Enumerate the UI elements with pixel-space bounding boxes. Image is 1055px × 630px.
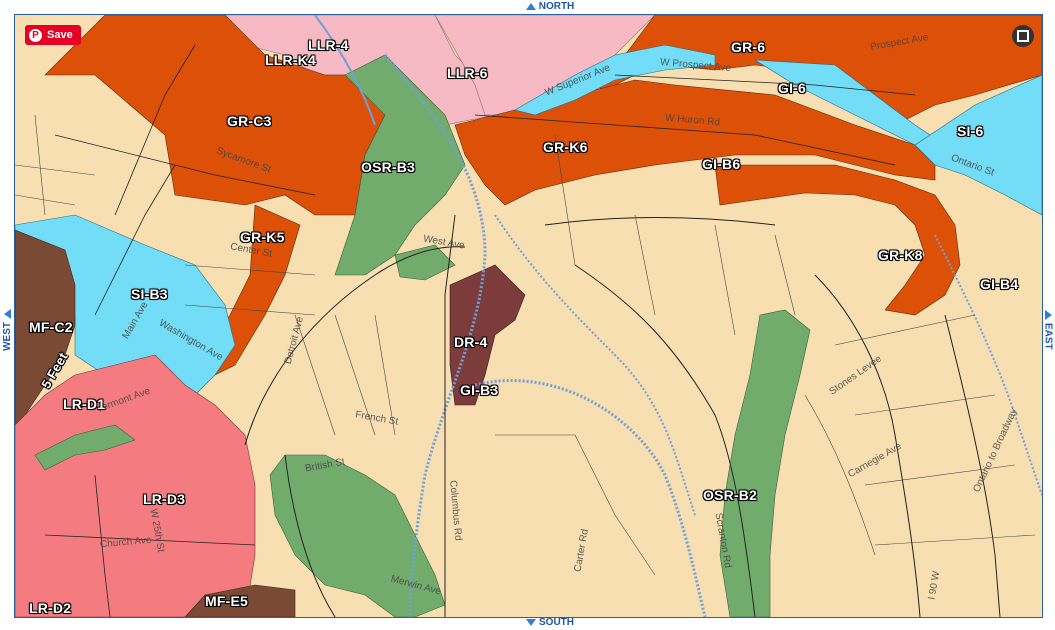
arrow-right-icon [1044, 310, 1052, 321]
zone-label-gr-c3: GR-C3 [227, 113, 272, 129]
zone-label-mf-e5: MF-E5 [205, 593, 248, 609]
zone-label-llr-6: LLR-6 [447, 65, 488, 81]
zone-label-lr-d1: LR-D1 [63, 396, 106, 412]
zone-label-llr-k4: LLR-K4 [265, 52, 316, 68]
pan-north-button[interactable]: NORTH [510, 0, 590, 13]
zone-label-gr-k5: GR-K5 [240, 229, 285, 245]
zone-label-si-b3: SI-B3 [131, 286, 168, 302]
zone-label-gr-k6: GR-K6 [543, 139, 588, 155]
pan-west-button[interactable]: WEST [0, 290, 14, 370]
zone-label-gi-6: GI-6 [778, 80, 807, 96]
zone-label-lr-d3: LR-D3 [143, 491, 186, 507]
arrow-up-icon [525, 3, 536, 10]
zone-label-si-6: SI-6 [957, 123, 984, 139]
zone-label-osr-b3: OSR-B3 [361, 159, 416, 175]
zone-label-dr-4: DR-4 [454, 334, 488, 350]
zone-label-gi-b4: GI-B4 [980, 276, 1019, 292]
map-viewer: NORTH SOUTH WEST EAST W Superior Ave W P… [0, 0, 1055, 630]
save-label: Save [47, 29, 73, 41]
expand-icon [1022, 35, 1029, 42]
zone-label-mf-c2: MF-C2 [29, 319, 73, 335]
zone-label-gr-6: GR-6 [731, 39, 766, 55]
zone-label-lr-d2: LR-D2 [29, 600, 72, 616]
pan-east-button[interactable]: EAST [1041, 290, 1055, 370]
zone-label-osr-b2: OSR-B2 [703, 487, 758, 503]
zoning-map[interactable]: W Superior Ave W Prospect Ave W Huron Rd… [14, 14, 1043, 618]
zone-label-gr-k8: GR-K8 [878, 247, 923, 263]
arrow-down-icon [526, 619, 536, 626]
zone-label-llr-4: LLR-4 [308, 37, 349, 53]
expand-button[interactable] [1012, 25, 1034, 47]
map-canvas [15, 15, 1042, 617]
zone-label-gi-b6: GI-B6 [702, 156, 741, 172]
pinterest-icon: P [29, 28, 42, 42]
arrow-left-icon [3, 309, 11, 320]
save-button[interactable]: P Save [25, 25, 81, 45]
zone-label-gi-b3: GI-B3 [460, 382, 499, 398]
